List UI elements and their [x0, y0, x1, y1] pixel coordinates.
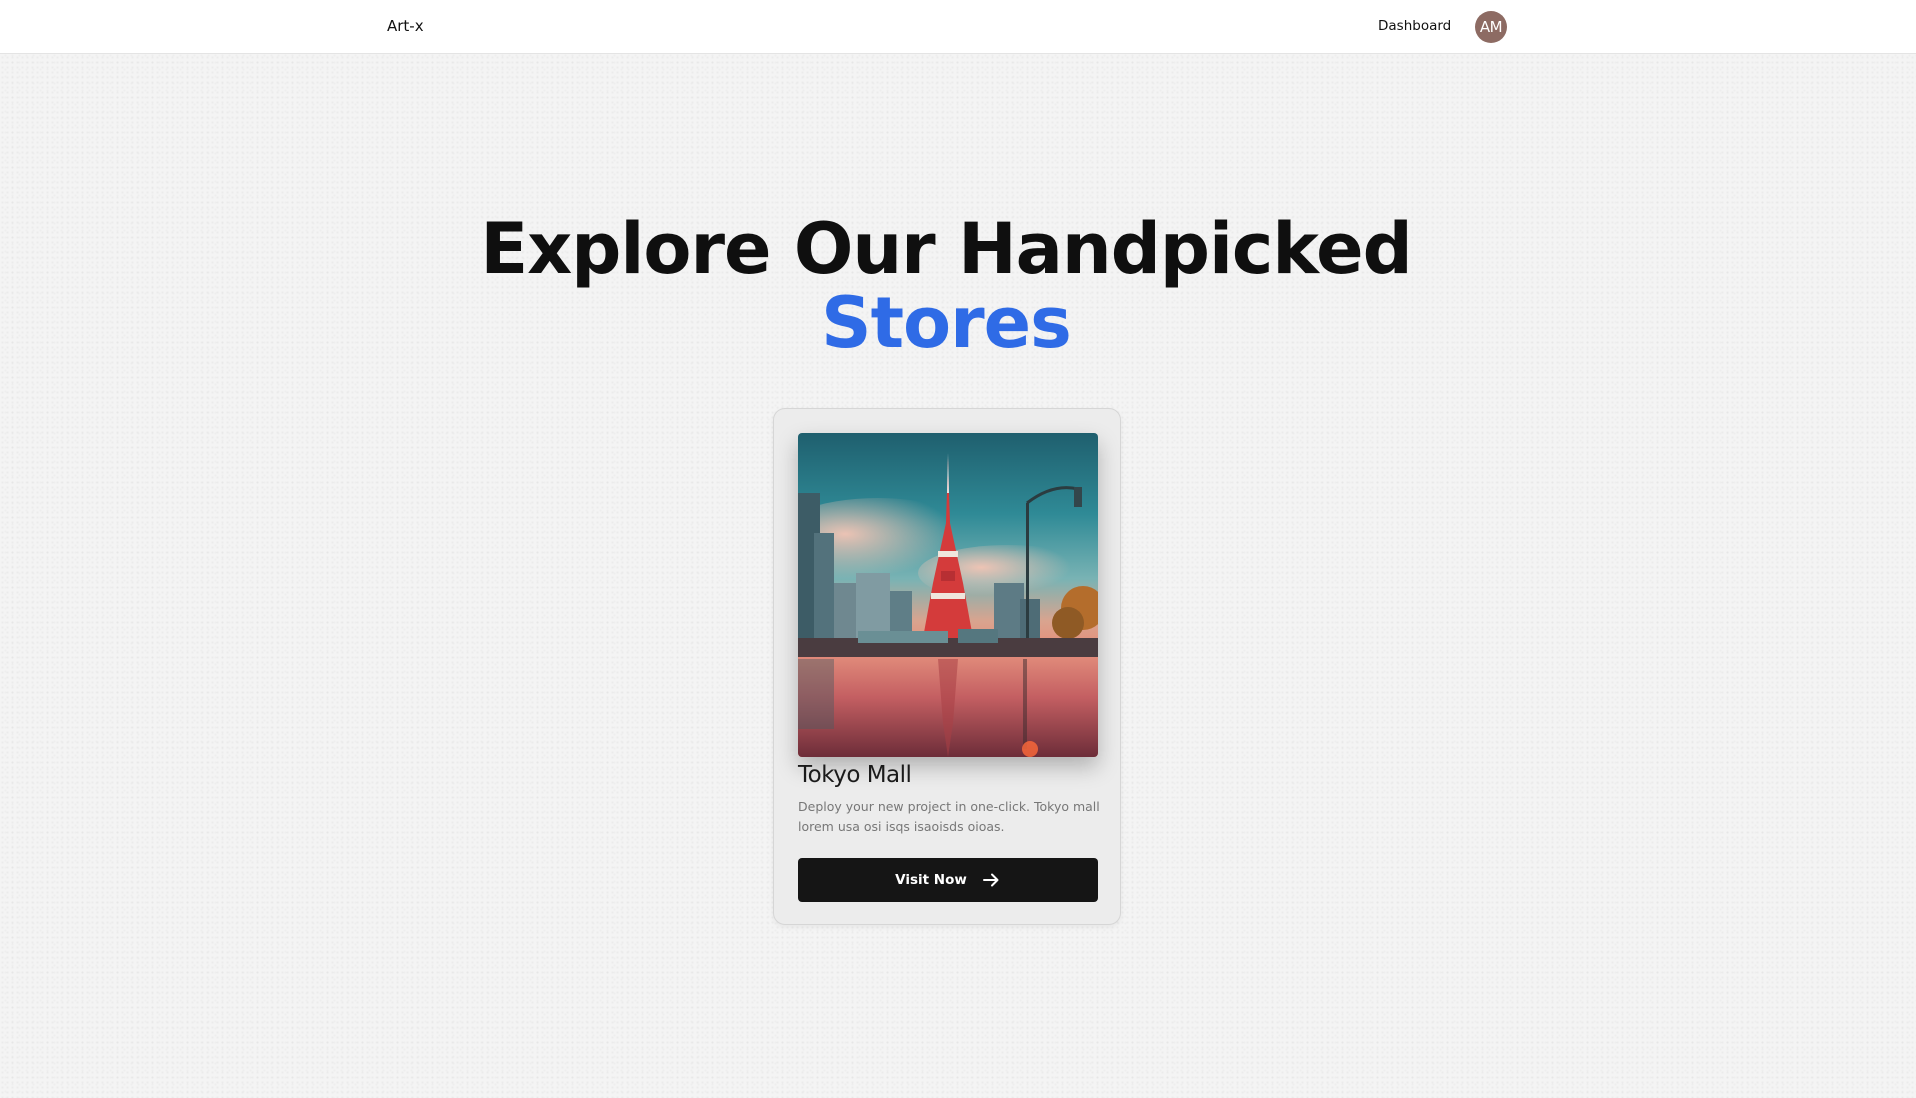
- store-image: [798, 433, 1098, 757]
- page-title-accent: Stores: [821, 281, 1072, 364]
- page-title: Explore Our Handpicked Stores: [0, 212, 1892, 360]
- top-navbar: Art-x Dashboard AM: [0, 0, 1916, 54]
- store-title: Tokyo Mall: [798, 762, 912, 788]
- nav-dashboard-link[interactable]: Dashboard: [1378, 18, 1451, 34]
- tokyo-tower-photo: [798, 433, 1098, 757]
- store-card: Tokyo Mall Deploy your new project in on…: [773, 408, 1121, 925]
- page-title-line-1: Explore Our Handpicked: [480, 207, 1412, 290]
- store-description: Deploy your new project in one-click. To…: [798, 799, 1100, 834]
- user-avatar[interactable]: AM: [1475, 11, 1507, 43]
- brand-logo[interactable]: Art-x: [387, 17, 424, 35]
- visit-now-label: Visit Now: [895, 872, 967, 888]
- arrow-right-icon: [981, 870, 1001, 890]
- visit-now-button[interactable]: Visit Now: [798, 858, 1098, 902]
